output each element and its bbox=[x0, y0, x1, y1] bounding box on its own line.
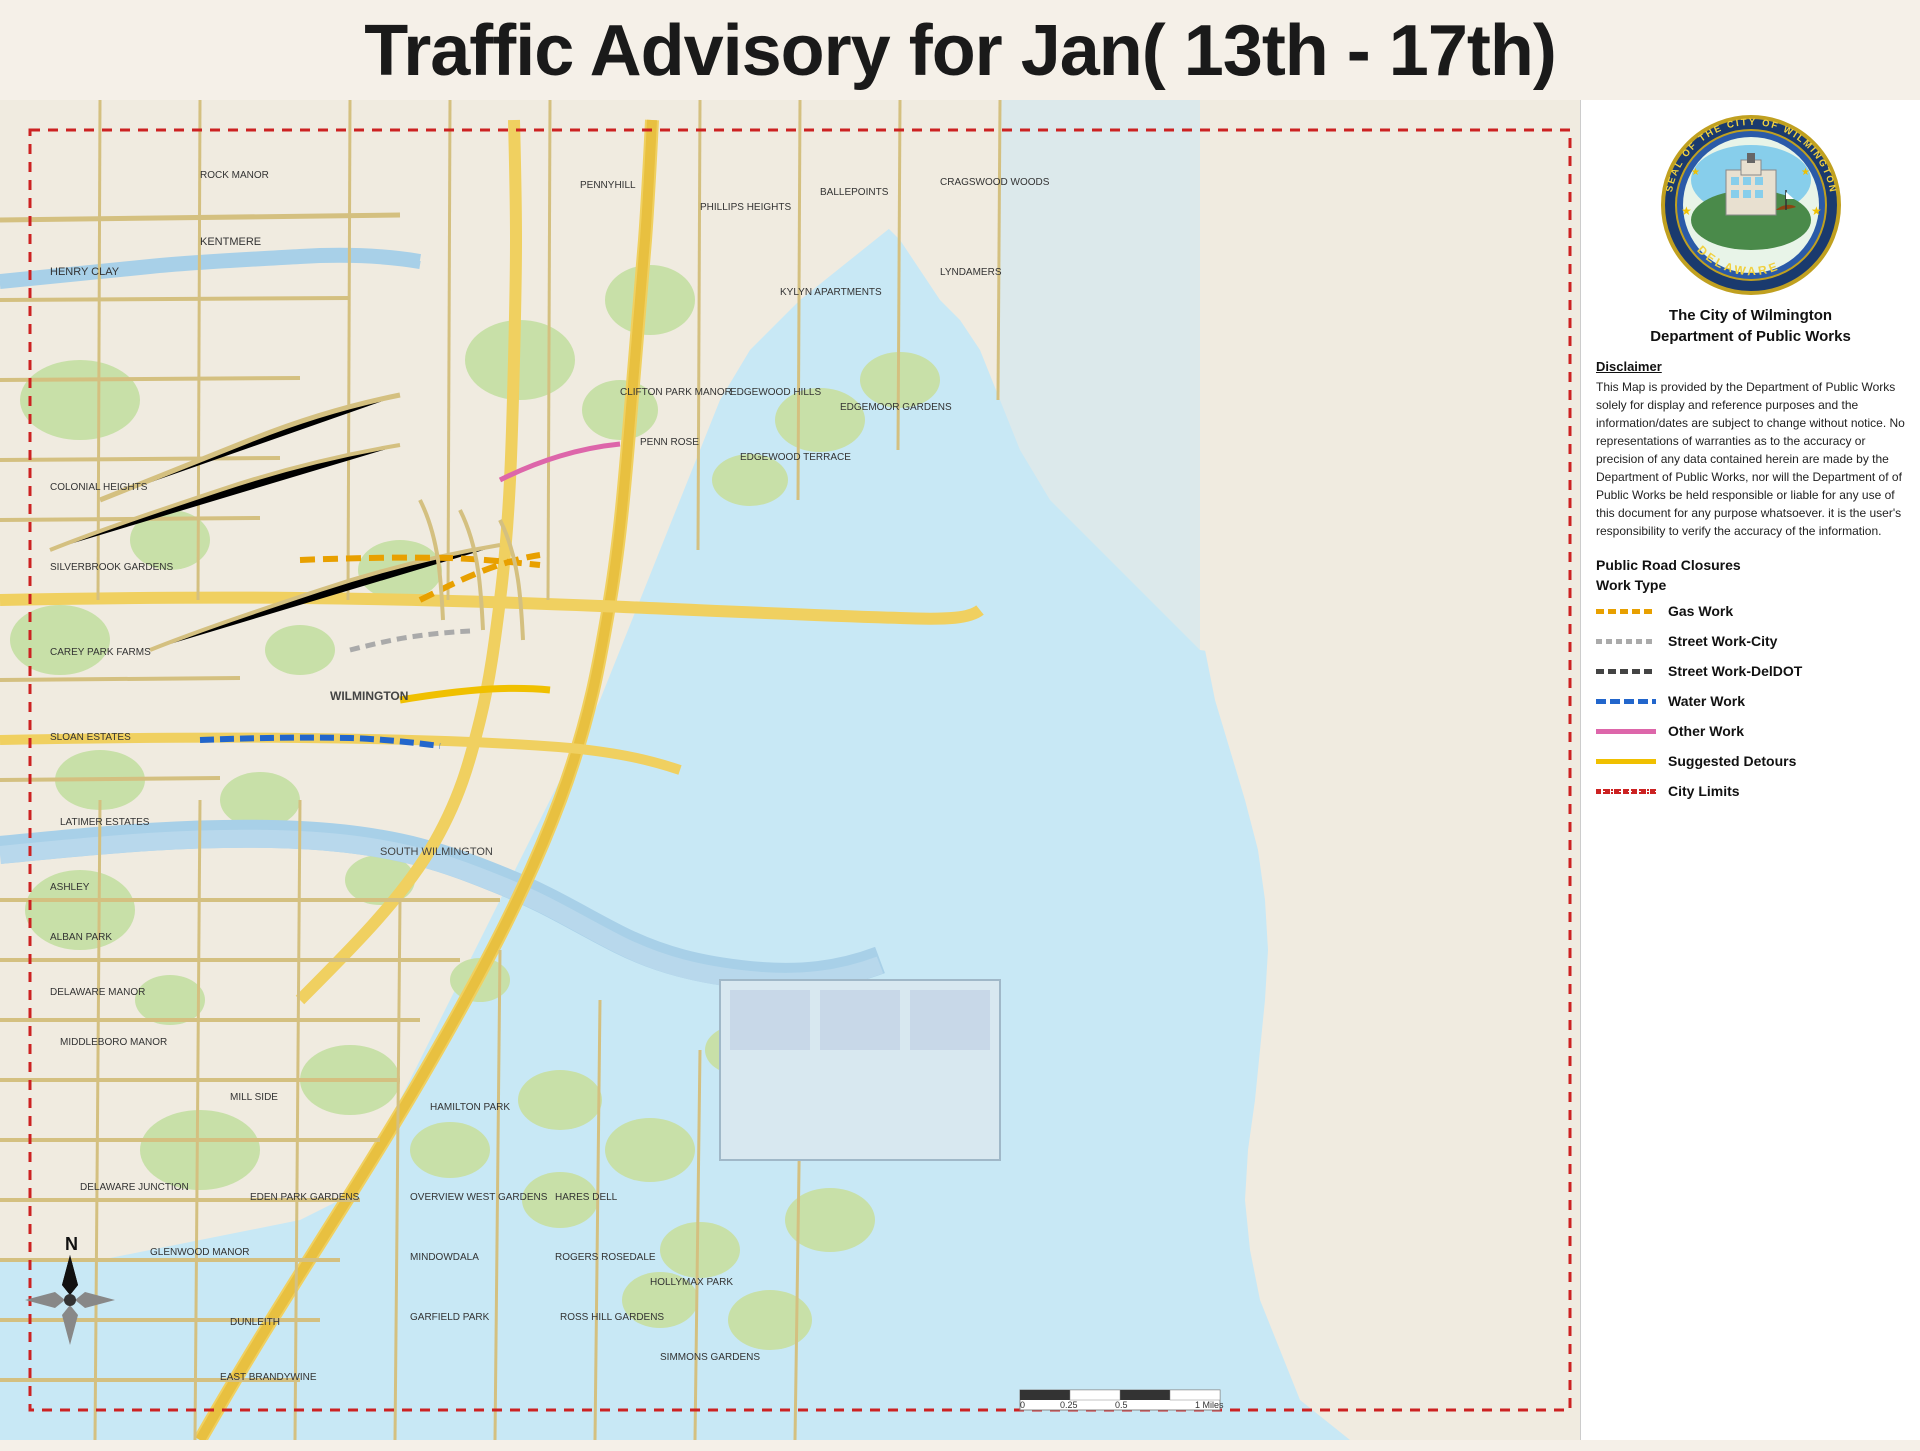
svg-text:CAREY PARK FARMS: CAREY PARK FARMS bbox=[50, 647, 151, 658]
legend-section: Public Road ClosuresWork Type Gas Work S… bbox=[1596, 556, 1905, 813]
svg-text:PENNYHILL: PENNYHILL bbox=[580, 180, 636, 191]
svg-text:DELAWARE JUNCTION: DELAWARE JUNCTION bbox=[80, 1182, 189, 1193]
map-container: HENRY CLAY KENTMERE ROCK MANOR PENNYHILL… bbox=[0, 100, 1580, 1440]
svg-text:0: 0 bbox=[1020, 1400, 1025, 1410]
content-area: HENRY CLAY KENTMERE ROCK MANOR PENNYHILL… bbox=[0, 100, 1920, 1440]
legend-item-water-work: Water Work bbox=[1596, 693, 1905, 709]
disclaimer-text: This Map is provided by the Department o… bbox=[1596, 378, 1905, 540]
svg-text:CRAGSWOOD WOODS: CRAGSWOOD WOODS bbox=[940, 177, 1050, 188]
svg-text:ALBAN PARK: ALBAN PARK bbox=[50, 932, 112, 943]
svg-text:MINDOWDALA: MINDOWDALA bbox=[410, 1252, 479, 1263]
org-name: The City of Wilmington Department of Pub… bbox=[1650, 305, 1851, 347]
legend-title: Public Road ClosuresWork Type bbox=[1596, 556, 1905, 595]
svg-text:LATIMER ESTATES: LATIMER ESTATES bbox=[60, 817, 150, 828]
svg-text:0.5: 0.5 bbox=[1115, 1400, 1128, 1410]
gas-work-label: Gas Work bbox=[1668, 603, 1733, 619]
svg-text:SLOAN ESTATES: SLOAN ESTATES bbox=[50, 732, 131, 743]
sidebar: ★ ★ ★ ★ SEAL OF THE CITY OF WILMINGTON D… bbox=[1580, 100, 1920, 1440]
street-deldot-icon bbox=[1596, 669, 1656, 674]
legend-item-city-limits: City Limits bbox=[1596, 783, 1905, 799]
svg-text:PHILLIPS HEIGHTS: PHILLIPS HEIGHTS bbox=[700, 202, 791, 213]
svg-text:N: N bbox=[65, 1234, 78, 1254]
svg-text:MIDDLEBORO MANOR: MIDDLEBORO MANOR bbox=[60, 1037, 167, 1048]
svg-text:SOUTH WILMINGTON: SOUTH WILMINGTON bbox=[380, 846, 493, 858]
other-work-label: Other Work bbox=[1668, 723, 1744, 739]
water-work-icon bbox=[1596, 699, 1656, 704]
svg-text:ASHLEY: ASHLEY bbox=[50, 882, 90, 893]
svg-text:HOLLYMAX PARK: HOLLYMAX PARK bbox=[650, 1277, 733, 1288]
legend-item-gas-work: Gas Work bbox=[1596, 603, 1905, 619]
svg-text:LYNDAMERS: LYNDAMERS bbox=[940, 267, 1002, 278]
street-city-label: Street Work-City bbox=[1668, 633, 1777, 649]
street-deldot-label: Street Work-DelDOT bbox=[1668, 663, 1802, 679]
svg-text:WILMINGTON: WILMINGTON bbox=[330, 689, 408, 703]
svg-text:COLONIAL HEIGHTS: COLONIAL HEIGHTS bbox=[50, 482, 148, 493]
page-title: Traffic Advisory for Jan( 13th - 17th) bbox=[0, 0, 1920, 100]
svg-text:EDEN PARK GARDENS: EDEN PARK GARDENS bbox=[250, 1192, 360, 1203]
legend-item-street-city: Street Work-City bbox=[1596, 633, 1905, 649]
svg-text:MILL SIDE: MILL SIDE bbox=[230, 1092, 278, 1103]
detour-icon bbox=[1596, 759, 1656, 764]
city-seal: ★ ★ ★ ★ SEAL OF THE CITY OF WILMINGTON D… bbox=[1661, 115, 1841, 295]
disclaimer-title: Disclaimer bbox=[1596, 359, 1905, 374]
svg-text:★: ★ bbox=[1811, 204, 1822, 218]
svg-text:BALLEPOINTS: BALLEPOINTS bbox=[820, 187, 889, 198]
legend-item-detours: Suggested Detours bbox=[1596, 753, 1905, 769]
svg-text:ROCK MANOR: ROCK MANOR bbox=[200, 170, 269, 181]
svg-text:ROSS HILL GARDENS: ROSS HILL GARDENS bbox=[560, 1312, 664, 1323]
detour-label: Suggested Detours bbox=[1668, 753, 1796, 769]
svg-text:ROGERS ROSEDALE: ROGERS ROSEDALE bbox=[555, 1252, 656, 1263]
disclaimer-section: Disclaimer This Map is provided by the D… bbox=[1596, 359, 1905, 540]
svg-text:★: ★ bbox=[1801, 167, 1810, 178]
water-work-label: Water Work bbox=[1668, 693, 1745, 709]
svg-text:KENTMERE: KENTMERE bbox=[200, 236, 261, 248]
svg-text:0.25: 0.25 bbox=[1060, 1400, 1078, 1410]
svg-text:EDGEWOOD HILLS: EDGEWOOD HILLS bbox=[730, 387, 821, 398]
svg-text:★: ★ bbox=[1691, 167, 1700, 178]
gas-work-icon bbox=[1596, 609, 1656, 614]
svg-text:SIMMONS GARDENS: SIMMONS GARDENS bbox=[660, 1352, 760, 1363]
svg-text:KYLYN APARTMENTS: KYLYN APARTMENTS bbox=[780, 287, 882, 298]
svg-text:HAMILTON PARK: HAMILTON PARK bbox=[430, 1102, 510, 1113]
city-limits-icon bbox=[1596, 789, 1656, 794]
svg-text:EAST BRANDYWINE: EAST BRANDYWINE bbox=[220, 1372, 317, 1383]
svg-text:EDGEMOOR GARDENS: EDGEMOOR GARDENS bbox=[840, 402, 952, 413]
legend-item-other-work: Other Work bbox=[1596, 723, 1905, 739]
svg-text:PENN ROSE: PENN ROSE bbox=[640, 437, 699, 448]
street-city-icon bbox=[1596, 639, 1656, 644]
svg-text:OVERVIEW WEST GARDENS: OVERVIEW WEST GARDENS bbox=[410, 1192, 548, 1203]
other-work-icon bbox=[1596, 729, 1656, 734]
svg-text:SILVERBROOK GARDENS: SILVERBROOK GARDENS bbox=[50, 562, 174, 573]
legend-item-street-deldot: Street Work-DelDOT bbox=[1596, 663, 1905, 679]
svg-text:EDGEWOOD TERRACE: EDGEWOOD TERRACE bbox=[740, 452, 851, 463]
city-limits-label: City Limits bbox=[1668, 783, 1740, 799]
svg-text:CLIFTON PARK MANOR: CLIFTON PARK MANOR bbox=[620, 387, 732, 398]
svg-text:GARFIELD PARK: GARFIELD PARK bbox=[410, 1312, 490, 1323]
svg-text:HARES DELL: HARES DELL bbox=[555, 1192, 618, 1203]
svg-text:★: ★ bbox=[1681, 204, 1692, 218]
svg-text:DUNLEITH: DUNLEITH bbox=[230, 1317, 280, 1328]
svg-text:HENRY CLAY: HENRY CLAY bbox=[50, 266, 120, 278]
svg-text:GLENWOOD MANOR: GLENWOOD MANOR bbox=[150, 1247, 249, 1258]
svg-text:DELAWARE MANOR: DELAWARE MANOR bbox=[50, 987, 145, 998]
svg-text:1 Miles: 1 Miles bbox=[1195, 1400, 1224, 1410]
